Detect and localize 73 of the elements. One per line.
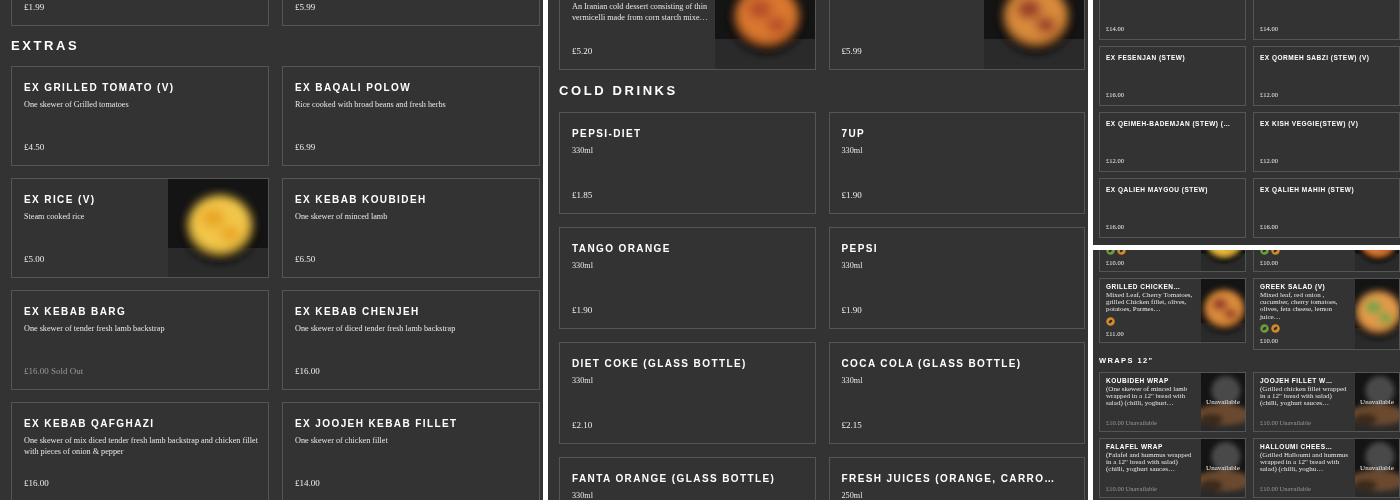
menu-item-card[interactable]: £5.99 [828, 0, 1085, 70]
item-title: EX RICE (V) [24, 193, 97, 206]
item-description: 330ml [841, 145, 864, 157]
menu-item-card[interactable]: TANGO ORANGE 330ml £1.90 [559, 227, 816, 329]
item-description: One skewer of Grilled tomatoes [24, 99, 130, 111]
item-title: EX GRILLED TOMATO (V) [24, 81, 176, 94]
item-price: £16.00 [295, 364, 321, 378]
menu-item-card[interactable]: EX GRILLED TOMATO (V) One skewer of Grilled tomatoes £4.50 [11, 66, 269, 166]
item-description: 250ml [841, 490, 864, 500]
menu-item-card[interactable]: COCA COLA (GLASS BOTTLE) 330ml £2.15 [828, 342, 1085, 444]
item-title: FRESH JUICES (ORANGE, CARRO… [841, 472, 1057, 485]
menu-item-card[interactable]: EX JOOJEH KEBAB FILLET One skewer of chicken fillet £14.00 [282, 402, 540, 500]
menu-item-card[interactable]: PEPSI-DIET 330ml £1.85 [559, 112, 816, 214]
item-description: 330ml [572, 145, 594, 157]
menu-item-card[interactable]: An Iranian cold dessert consisting of thin vermicelli made from corn starch mixe… £5.20 [559, 0, 816, 70]
section-heading: EXTRAS [11, 38, 81, 54]
menu-item-card[interactable]: FANTA ORANGE (GLASS BOTTLE) 330ml [559, 457, 816, 500]
menu-item-card[interactable]: £5.99 [282, 0, 540, 26]
item-description: One skewer of chicken fillet [295, 435, 389, 447]
item-price: £1.90 [841, 303, 863, 317]
menu-item-card[interactable]: £1.99 [11, 0, 269, 26]
item-price: £5.99 [295, 0, 317, 14]
menu-item-card[interactable]: DIET COKE (GLASS BOTTLE) 330ml £2.10 [559, 342, 816, 444]
item-title: TANGO ORANGE [572, 242, 672, 255]
menu-item-card[interactable]: EX KEBAB BARG One skewer of tender fresh lamb backstrap £16.00 Sold Out [11, 290, 269, 390]
item-price: £4.50 [24, 140, 46, 154]
item-description: One skewer of diced tender fresh lamb backstrap [295, 323, 457, 335]
item-title: EX KEBAB QAFGHAZI [24, 417, 156, 430]
item-title: EX JOOJEH KEBAB FILLET [295, 417, 459, 430]
item-title: PEPSI [841, 242, 879, 255]
menu-item-card[interactable]: EX KEBAB KOUBIDEH One skewer of minced lamb £6.50 [282, 178, 540, 278]
item-price: £16.00 Sold Out [24, 364, 85, 378]
item-price: £5.20 [572, 44, 594, 58]
item-description: Rice cooked with broad beans and fresh herbs [295, 99, 447, 111]
item-price: £2.15 [841, 418, 863, 432]
item-description: 330ml [572, 260, 594, 272]
item-title: EX BAQALI POLOW [295, 81, 412, 94]
menu-item-card[interactable]: EX KEBAB QAFGHAZI One skewer of mix diced tender fresh lamb backstrap and chicken fillet with pieces of onion & pepper £16.00 [11, 402, 269, 500]
item-title: DIET COKE (GLASS BOTTLE) [572, 357, 748, 370]
item-price: £6.99 [295, 140, 317, 154]
item-description: One skewer of minced lamb [295, 211, 389, 223]
item-title: 7UP [841, 127, 867, 140]
item-title: EX KEBAB CHENJEH [295, 305, 421, 318]
item-price: £6.50 [295, 252, 317, 266]
item-description: One skewer of mix diced tender fresh lamb backstrap and chicken fillet with pieces of onion & pepper [24, 435, 259, 458]
item-description: 330ml [841, 260, 864, 272]
item-description: Steam cooked rice [24, 211, 86, 223]
item-price: £5.00 [24, 252, 46, 266]
item-description: 330ml [572, 490, 594, 500]
item-price: £1.90 [841, 188, 863, 202]
menu-item-card[interactable]: 7UP 330ml £1.90 [828, 112, 1085, 214]
item-title: PEPSI-DIET [572, 127, 643, 140]
item-price: £1.99 [24, 0, 46, 14]
item-title: COCA COLA (GLASS BOTTLE) [841, 357, 1023, 370]
item-description: An Iranian cold dessert consisting of thin vermicelli made from corn starch mixe… [572, 1, 709, 24]
section-heading: COLD DRINKS [559, 83, 679, 99]
item-description: 330ml [841, 375, 864, 387]
item-title: FANTA ORANGE (GLASS BOTTLE) [572, 472, 777, 485]
item-title: EX KEBAB BARG [24, 305, 128, 318]
menu-item-card[interactable]: EX KEBAB CHENJEH One skewer of diced tender fresh lamb backstrap £16.00 [282, 290, 540, 390]
item-price: £2.10 [572, 418, 594, 432]
item-price: £1.85 [572, 188, 594, 202]
menu-item-card[interactable]: PEPSI 330ml £1.90 [828, 227, 1085, 329]
menu-item-card[interactable]: EX RICE (V) Steam cooked rice £5.00 [11, 178, 269, 278]
item-price: £1.90 [572, 303, 594, 317]
menu-item-card[interactable]: FRESH JUICES (ORANGE, CARRO… 250ml [828, 457, 1085, 500]
item-description: One skewer of tender fresh lamb backstrap [24, 323, 166, 335]
menu-item-card[interactable]: EX BAQALI POLOW Rice cooked with broad beans and fresh herbs £6.99 [282, 66, 540, 166]
item-price: £5.99 [841, 44, 863, 58]
item-title: EX KEBAB KOUBIDEH [295, 193, 428, 206]
item-price: £16.00 [24, 476, 50, 490]
item-price: £14.00 [295, 476, 321, 490]
item-description: 330ml [572, 375, 594, 387]
